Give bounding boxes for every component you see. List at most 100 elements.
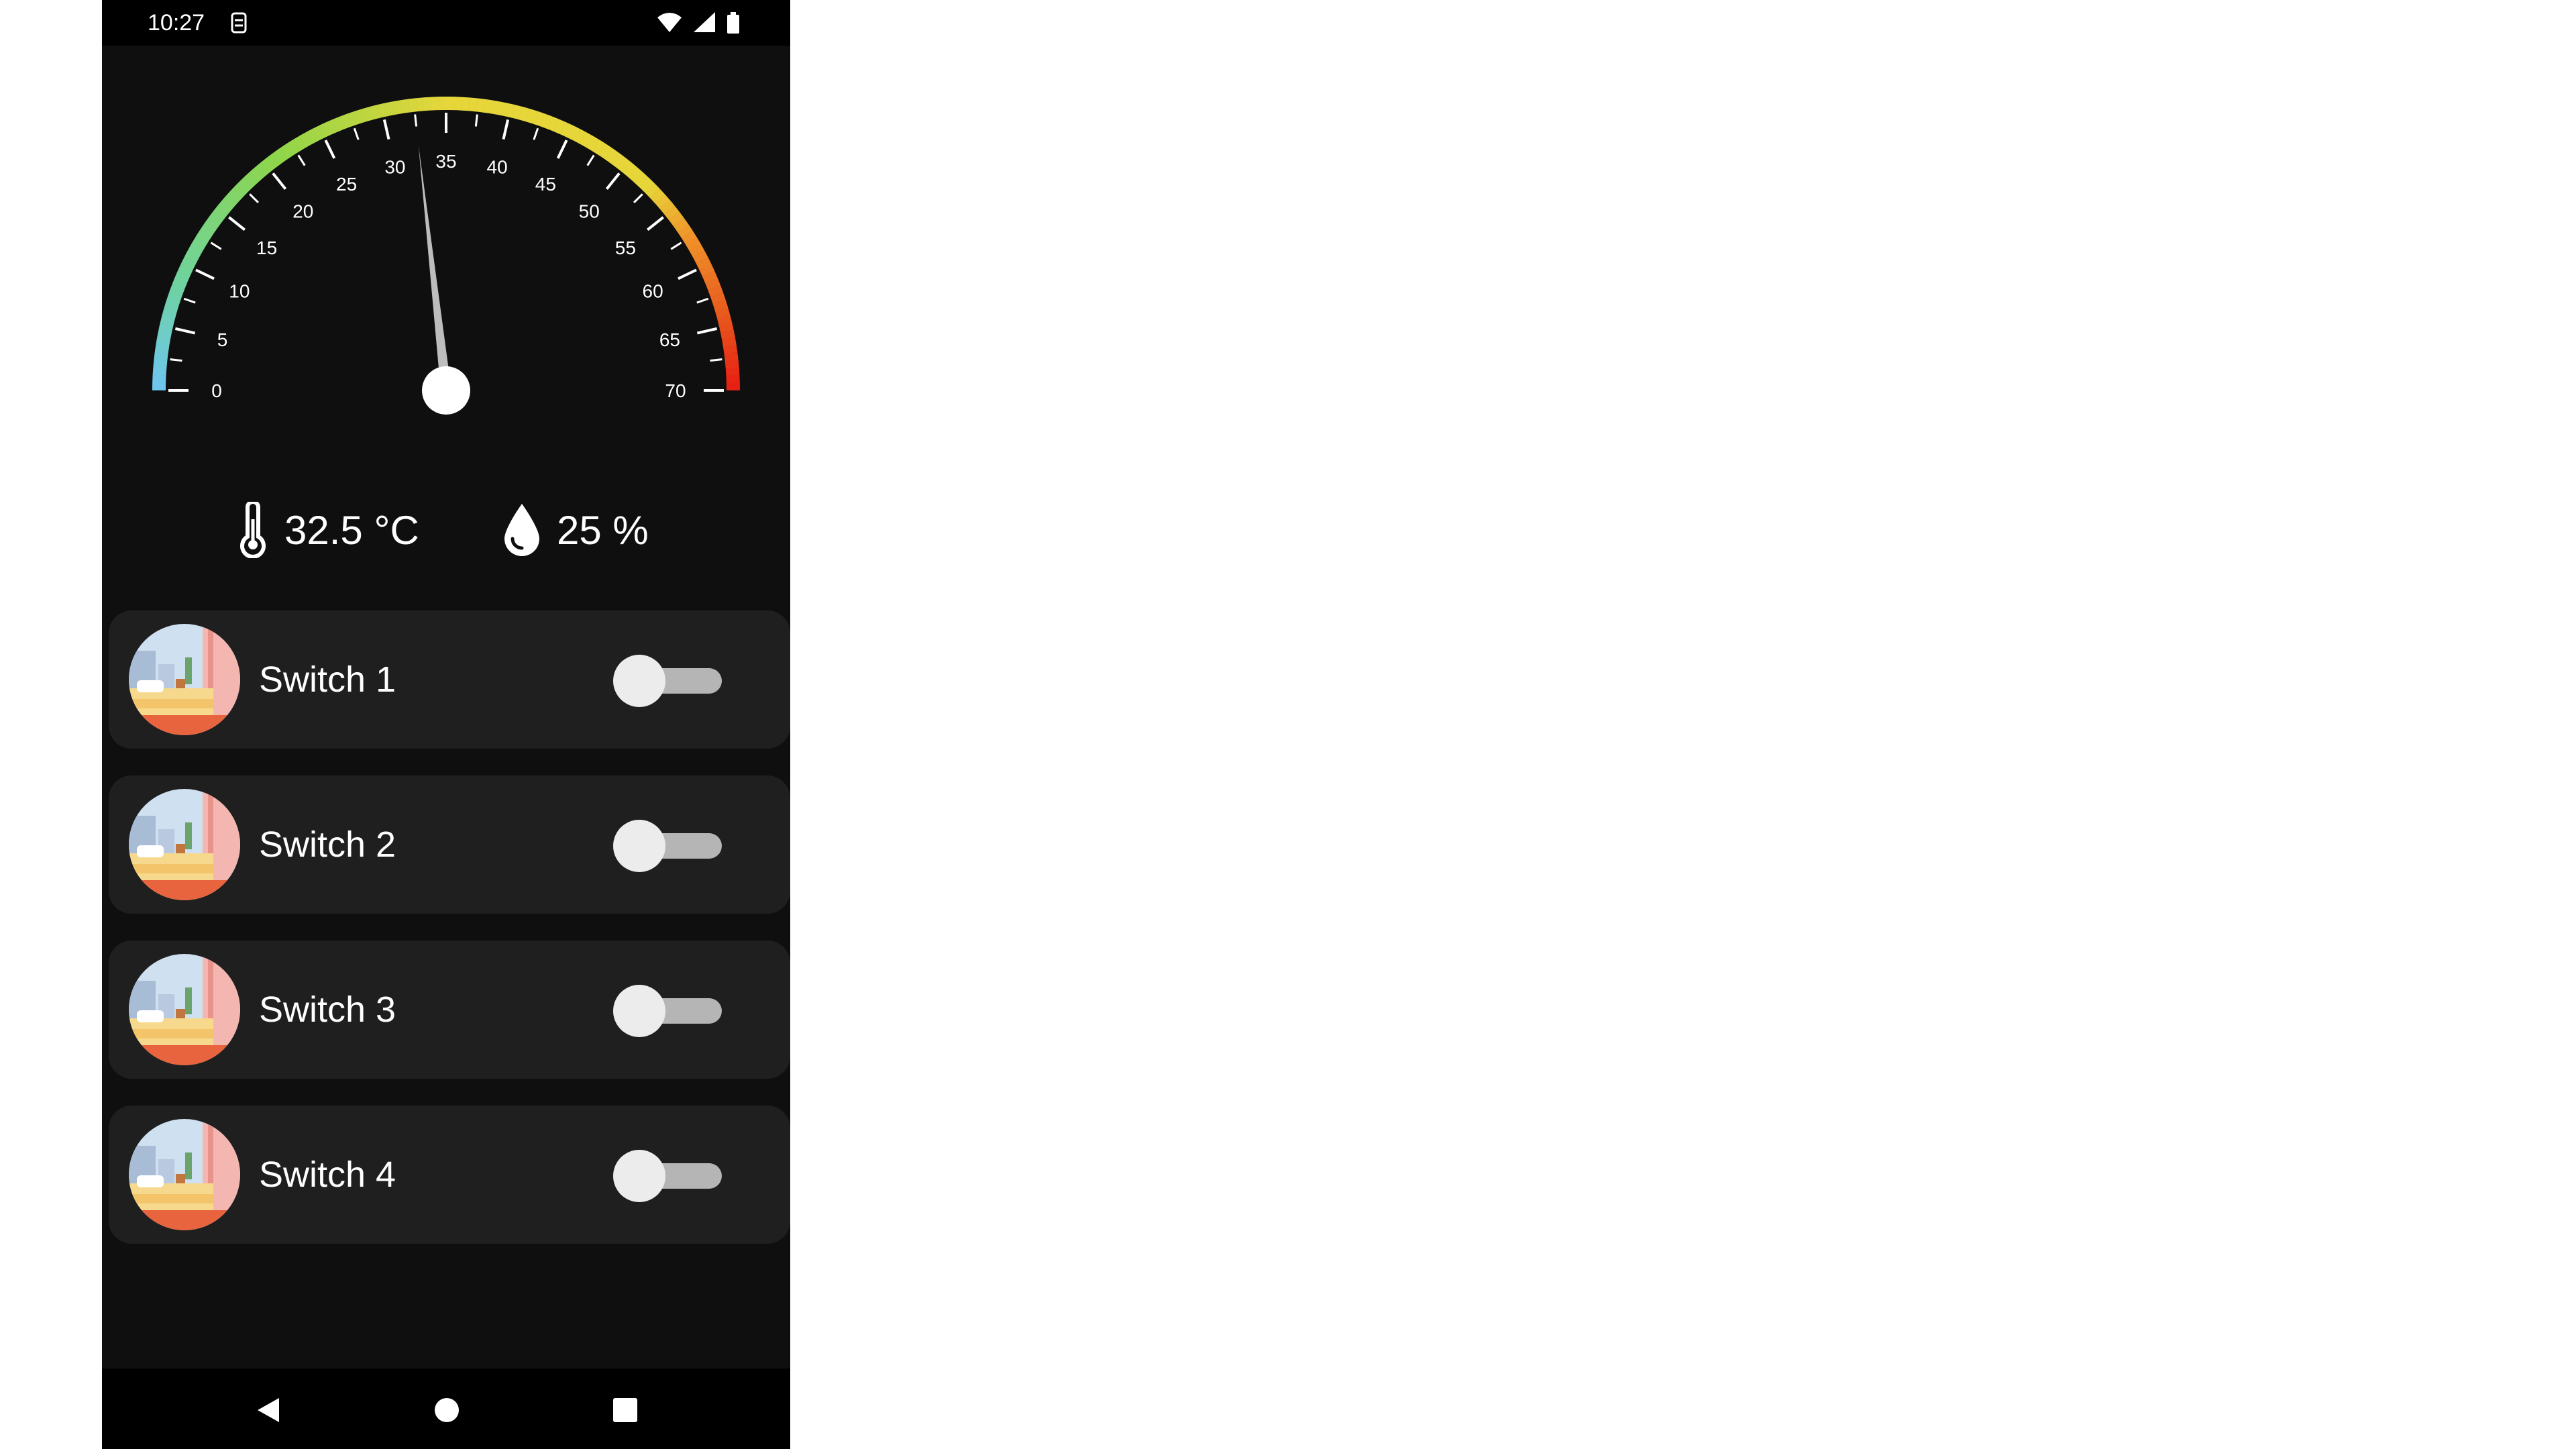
- gauge-arc-segment: [692, 250, 708, 264]
- room-avatar: [129, 1119, 240, 1230]
- switch-toggle[interactable]: [613, 820, 729, 872]
- gauge-arc-segment: [616, 157, 631, 173]
- gauge-arc-segment: [553, 119, 566, 135]
- gauge-arc-segment: [598, 144, 613, 160]
- toggle-thumb[interactable]: [613, 985, 665, 1037]
- gauge-arc-segment: [586, 136, 600, 152]
- gauge-arc-segment: [164, 299, 180, 311]
- gauge-arc-segment: [355, 108, 367, 124]
- readings-row: 32.5 °C 25 %: [102, 496, 790, 564]
- gauge-minor-tick: [696, 297, 709, 304]
- humidity-reading: 25 %: [502, 496, 649, 564]
- thermometer-icon: [240, 502, 266, 558]
- gauge-tick-label: 15: [256, 237, 277, 258]
- gauge-arc-segment: [222, 193, 238, 209]
- gauge-arc-segment: [154, 344, 170, 354]
- gauge-arc-segment: [313, 125, 326, 141]
- gauge-arc-segment: [720, 329, 735, 340]
- gauge-arc-segment: [195, 230, 211, 244]
- status-time: 10:27: [148, 10, 205, 36]
- gauge-arc-segment: [273, 148, 288, 164]
- gauge-arc-segment: [306, 128, 319, 144]
- gauge-tick-label: 25: [336, 174, 357, 195]
- switch-toggle[interactable]: [613, 985, 729, 1037]
- gauge-arc-segment: [699, 264, 715, 277]
- gauge-major-tick: [678, 268, 697, 280]
- gauge-arc-segment: [573, 128, 587, 144]
- gauge-arc-segment: [681, 230, 697, 244]
- humidity-value: 25 %: [557, 507, 649, 553]
- gauge-needle-pointer: [418, 145, 451, 391]
- gauge-arc-segment: [460, 97, 470, 111]
- back-icon[interactable]: [254, 1395, 283, 1425]
- gauge-arc-segment: [217, 199, 233, 214]
- gauge-arc-segment: [154, 352, 168, 362]
- switch-toggle[interactable]: [613, 655, 729, 707]
- gauge-arc-segment: [519, 106, 530, 122]
- gauge-arc-segment: [710, 292, 726, 305]
- gauge-arc-segment: [172, 278, 187, 290]
- toggle-thumb[interactable]: [613, 820, 665, 872]
- gauge-minor-tick: [170, 358, 182, 362]
- navigation-bar: [102, 1368, 790, 1449]
- room-avatar: [129, 624, 240, 735]
- gauge-arc-segment: [188, 243, 204, 257]
- gauge-arc-segment: [227, 188, 243, 203]
- gauge-minor-tick: [210, 241, 222, 250]
- gauge-arc-segment: [191, 236, 207, 251]
- gauge-arc-segment: [392, 100, 402, 115]
- gauge-arc-segment: [177, 264, 193, 277]
- gauge-arc-segment: [721, 337, 737, 347]
- gauge-arc-segment: [546, 116, 559, 131]
- gauge-arc-segment: [580, 132, 594, 148]
- gauge-tick-label: 35: [435, 151, 456, 172]
- gauge-arc-segment: [362, 106, 374, 122]
- gauge-minor-tick: [474, 114, 478, 127]
- status-bar: 10:27: [102, 0, 790, 46]
- switch-label: Switch 3: [259, 989, 396, 1030]
- gauge-arc-segment: [384, 101, 396, 117]
- gauge-major-tick: [272, 172, 287, 191]
- gauge-major-tick: [382, 119, 390, 140]
- gauge-arc-segment: [162, 307, 178, 318]
- water-drop-icon: [504, 504, 539, 556]
- gauge-major-tick: [696, 327, 718, 335]
- gauge-tick-label: 10: [229, 281, 250, 302]
- home-icon[interactable]: [432, 1395, 462, 1425]
- toggle-thumb[interactable]: [613, 655, 665, 707]
- gauge-arc-segment: [423, 97, 432, 111]
- switch-toggle[interactable]: [613, 1150, 729, 1202]
- temperature-reading: 32.5 °C: [236, 496, 419, 564]
- gauge-arc-segment: [696, 257, 712, 270]
- gauge-arc-segment: [238, 177, 254, 193]
- room-avatar: [129, 789, 240, 900]
- gauge-arc-segment: [261, 157, 276, 173]
- toggle-thumb[interactable]: [613, 1150, 665, 1202]
- gauge-tick-label: 0: [211, 380, 222, 401]
- gauge-minor-tick: [710, 358, 722, 362]
- gauge-arc-segment: [156, 336, 171, 347]
- gauge-arc-segment: [702, 270, 718, 284]
- gauge-arc-segment: [267, 152, 282, 168]
- gauge-arc-segment: [497, 101, 508, 117]
- gauge-minor-tick: [414, 114, 418, 127]
- gauge-major-tick: [605, 172, 621, 191]
- gauge-arc-segment: [673, 217, 689, 232]
- gauge-arc-segment: [169, 284, 184, 297]
- gauge-needle: [418, 145, 470, 415]
- gauge-major-tick: [228, 216, 246, 231]
- gauge-arc-segment: [644, 182, 659, 198]
- gauge-arc-segment: [592, 140, 606, 156]
- recents-icon[interactable]: [610, 1395, 640, 1425]
- gauge-minor-tick: [633, 193, 643, 204]
- gauge-arc-segment: [415, 97, 425, 112]
- gauge-tick-label: 70: [665, 380, 686, 401]
- gauge-minor-tick: [183, 297, 196, 304]
- gauge-arc-segment: [157, 329, 172, 339]
- gauge-major-tick: [556, 140, 568, 159]
- gauge-tick-label: 55: [615, 237, 636, 258]
- gauge-arc-segment: [158, 321, 174, 333]
- gauge-arc-segment: [712, 299, 729, 311]
- gauge-arc-segment: [504, 103, 515, 118]
- gauge-arc-segment: [539, 113, 552, 129]
